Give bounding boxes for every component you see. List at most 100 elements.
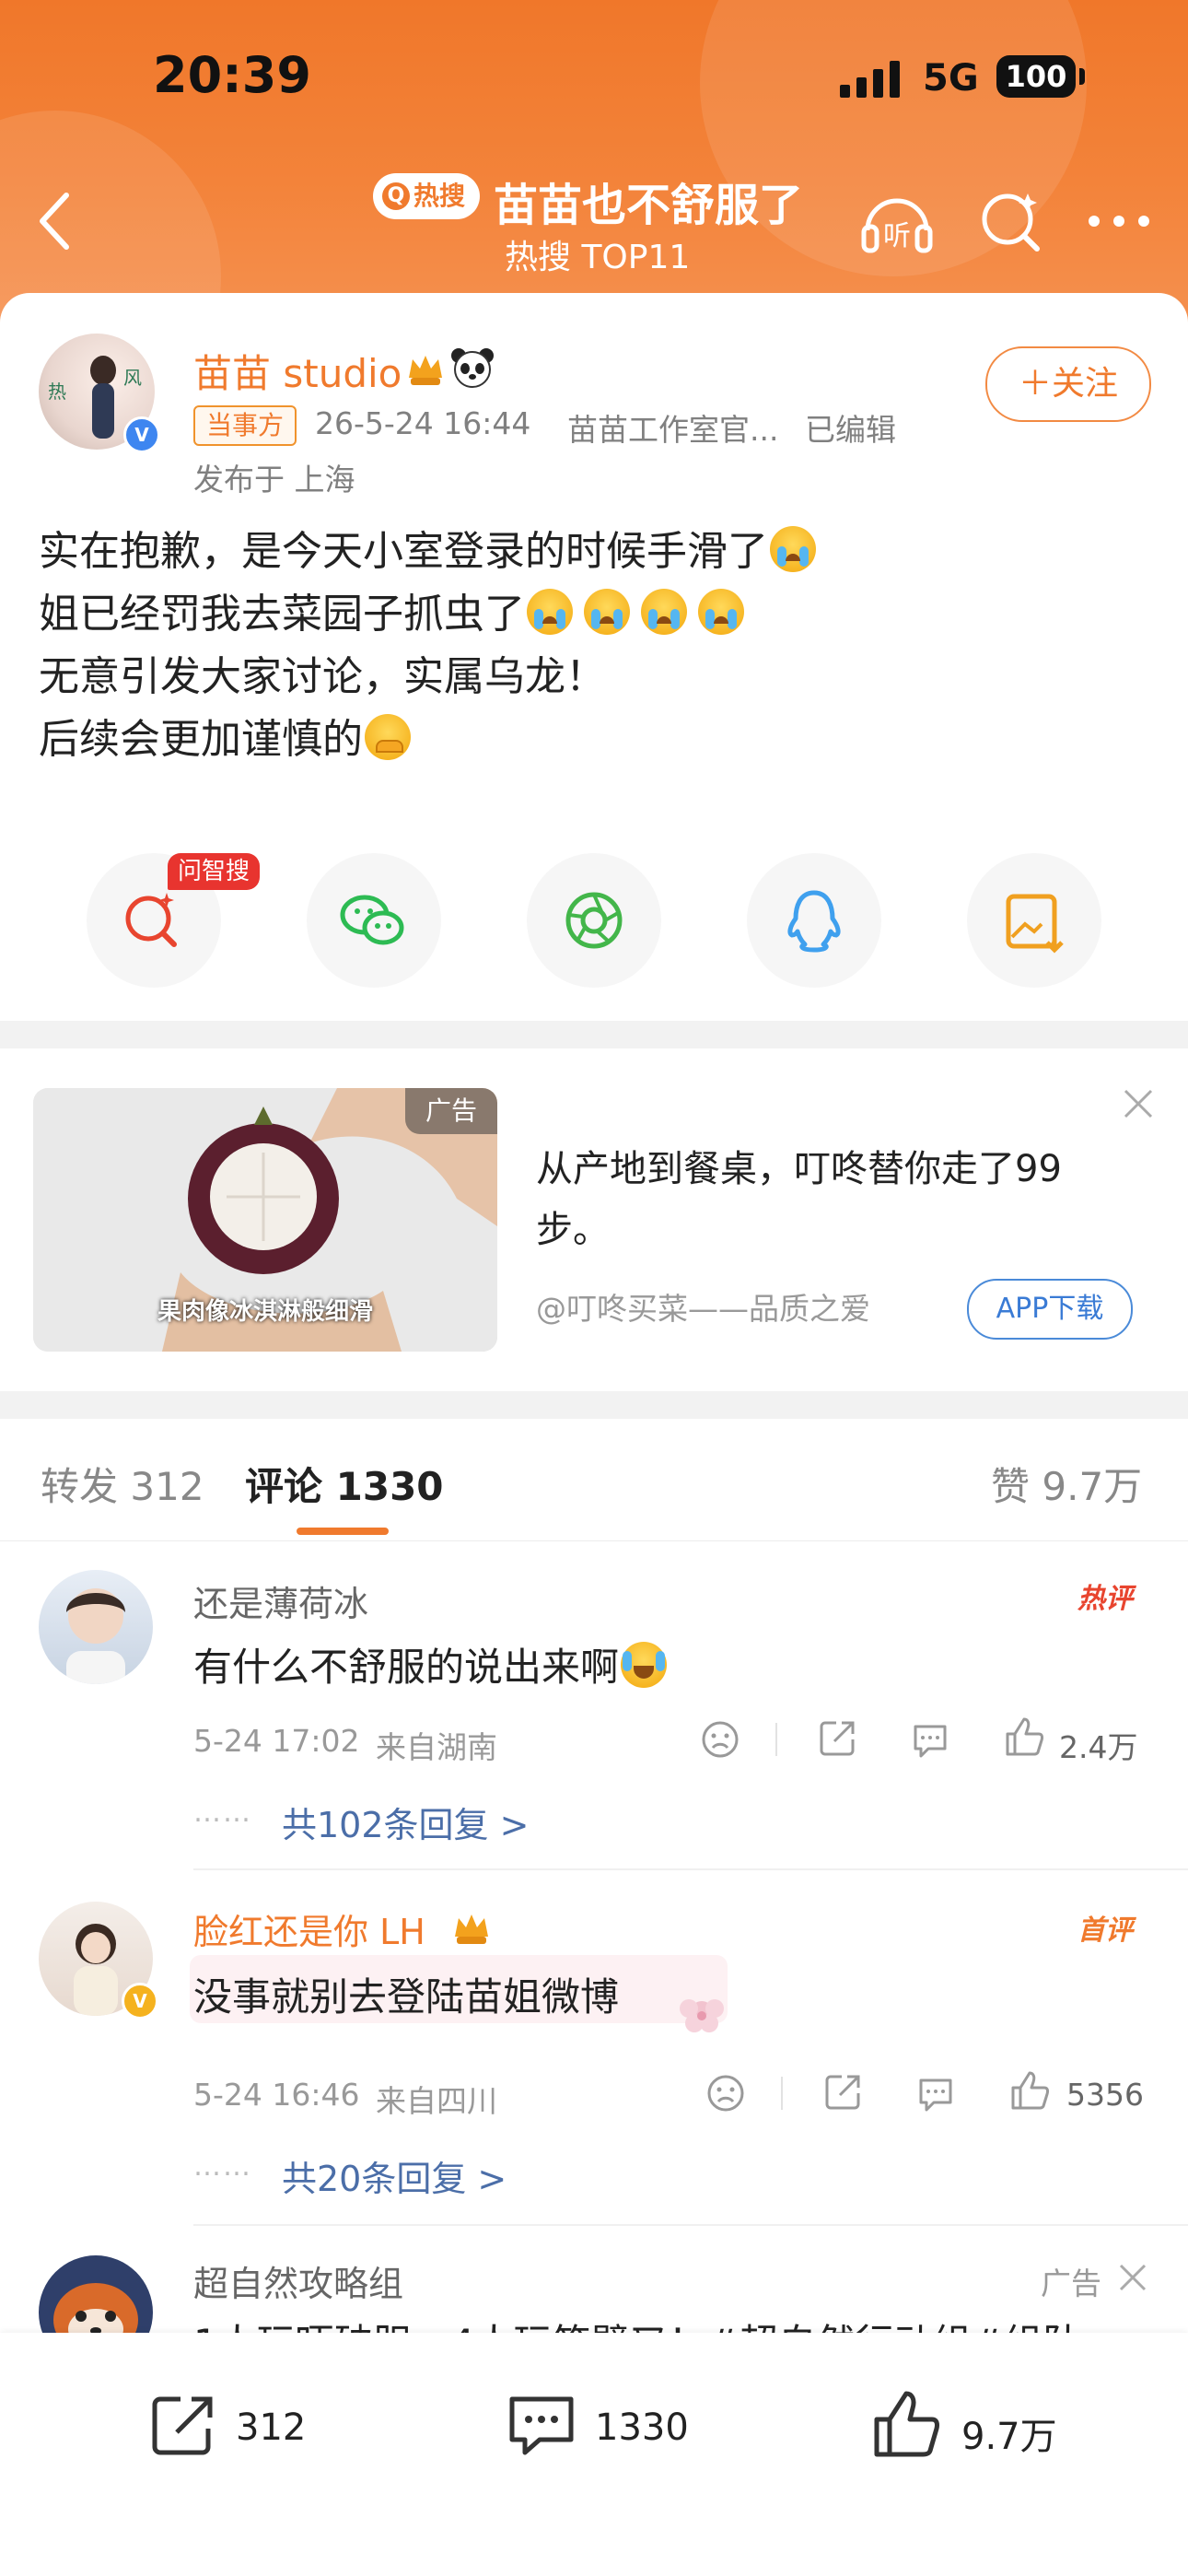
ad-headline[interactable]: 从产地到餐桌，叮咚替你走了99步。 [536,1139,1107,1260]
topic-rank: 热搜 TOP11 [505,239,691,276]
tab-comments[interactable]: 评论 1330 [245,1456,444,1512]
crying-emoji-icon [698,589,744,635]
app-download-button[interactable]: APP下载 [967,1279,1133,1340]
like-icon[interactable] [1004,1715,1044,1758]
party-tag: 当事方 [193,405,297,446]
follow-button[interactable]: ＋关注 [985,346,1151,422]
post-line: 后续会更加谨慎的 [39,708,816,771]
verified-icon: V [122,1983,158,2020]
network-type: 5G [923,57,979,100]
crying-emoji-icon [641,589,687,635]
moments-icon [565,892,623,949]
ai-search-tag: 问智搜 [168,853,260,890]
back-icon[interactable] [28,184,83,258]
dislike-icon[interactable] [705,2073,746,2113]
comment-text: 没事就别去登陆苗姐微博 [193,1974,620,2020]
crying-emoji-icon [527,589,573,635]
comment-location: 来自四川 [376,2083,497,2119]
svg-text:风: 风 [123,367,142,389]
bottom-like-button[interactable]: 9.7万 [869,2388,1081,2462]
hot-search-badge: Q 热搜 [373,173,480,219]
close-icon[interactable] [1116,2261,1149,2294]
wechat-share-button[interactable] [307,853,441,988]
ad-card[interactable]: 广告 果肉像冰淇淋般细滑 从产地到餐桌，叮咚替你走了99步。 @叮咚买菜——品质… [0,1048,1188,1391]
bottom-like-count: 9.7万 [961,2416,1057,2458]
repost-icon[interactable] [823,2071,864,2112]
bottom-repost-button[interactable]: 312 [147,2388,332,2462]
post-line: 实在抱歉，是今天小室登录的时候手滑了 [39,521,816,583]
ad-image[interactable]: 广告 果肉像冰淇淋般细滑 [33,1088,497,1352]
interaction-tabs: 转发 312 评论 1330 赞 9.7万 [0,1419,1188,1541]
moments-share-button[interactable] [527,853,661,988]
post-line: 姐已经罚我去菜园子抓虫了 [39,583,816,646]
comment-location: 来自湖南 [376,1729,497,1765]
repost-icon [152,2396,213,2455]
ad-label: 广告 [405,1088,497,1134]
panda-icon [451,348,494,388]
verified-icon: V [123,416,160,453]
like-icon [874,2391,939,2457]
comment-icon [509,2396,574,2455]
comment-time: 5-24 17:02 [193,1723,360,1759]
action-divider [781,2077,783,2110]
bottom-comment-count: 1330 [595,2406,689,2449]
status-time: 20:39 [153,46,311,104]
listen-icon[interactable]: 听 [858,184,936,258]
post-source[interactable]: 苗苗工作室官... [567,405,778,450]
crown-badge-icon [455,1914,488,1944]
hot-comment-badge: 热评 [1077,1583,1133,1615]
ad-comment-label: 广告 [1041,2266,1101,2301]
commenter-name[interactable]: 还是薄荷冰 [193,1575,368,1626]
ad-advertiser: @叮咚买菜——品质之爱 [536,1291,870,1327]
bottom-repost-count: 312 [236,2406,307,2449]
post-body: 实在抱歉，是今天小室登录的时候手滑了 姐已经罚我去菜园子抓虫了 无意引发大家讨论… [39,521,816,771]
reply-icon[interactable] [910,1719,950,1760]
like-icon[interactable] [1009,2069,1050,2112]
commenter-name[interactable]: 超自然攻略组 [193,2255,403,2306]
ad-image-caption: 果肉像冰淇淋般细滑 [157,1298,373,1326]
flower-decoration-icon [680,1999,724,2032]
laughing-emoji-icon [621,1642,668,1688]
edited-label: 已编辑 [805,412,896,448]
comment-text: 有什么不舒服的说出来啊 [193,1636,668,1692]
comment-divider [193,2224,1188,2226]
section-gap [0,1391,1188,1419]
repost-icon[interactable] [818,1717,858,1758]
bottom-action-bar: 312 1330 9.7万 [0,2333,1188,2576]
commenter-name[interactable]: 脸红还是你 LH [193,1903,425,1954]
author-name[interactable]: 苗苗 studio [193,343,402,399]
portrait-icon [66,1588,125,1684]
view-replies-link[interactable]: 共20条回复 > [282,2150,507,2201]
close-icon[interactable] [1120,1085,1157,1122]
tab-repost[interactable]: 转发 312 [41,1456,204,1512]
reply-icon[interactable] [915,2073,956,2113]
topic-title: 苗苗也不舒服了 [494,180,804,231]
search-icon[interactable] [976,184,1046,258]
qq-share-button[interactable] [747,853,881,988]
post-datetime: 26-5-24 16:44 [315,405,531,441]
first-comment-badge: 首评 [1077,1914,1133,1947]
battery-tip [1079,68,1085,85]
search-icon: Q [382,182,410,210]
cover-mouth-emoji-icon [365,714,411,760]
battery-icon: 100 [996,55,1076,98]
reply-dots: …… [193,2150,252,2183]
post-line: 无意引发大家讨论，实属乌龙！ [39,653,606,700]
action-divider [775,1723,777,1756]
save-image-button[interactable] [967,853,1101,988]
svg-text:听: 听 [883,220,911,252]
view-replies-link[interactable]: 共102条回复 > [282,1797,529,1847]
post-location: 发布于 上海 [193,462,355,498]
save-image-icon [1006,894,1064,954]
comment-time: 5-24 16:46 [193,2077,360,2113]
more-icon[interactable] [1087,184,1151,258]
qq-icon [787,890,841,953]
svg-text:热: 热 [48,381,66,403]
commenter-avatar[interactable] [39,1570,153,1684]
comment-divider [193,1868,1188,1870]
bottom-comment-button[interactable]: 1330 [505,2388,716,2462]
tab-likes[interactable]: 赞 9.7万 [991,1456,1142,1512]
dislike-icon[interactable] [700,1719,740,1760]
comment-like-count: 2.4万 [1059,1729,1138,1765]
signal-icon [840,61,900,98]
